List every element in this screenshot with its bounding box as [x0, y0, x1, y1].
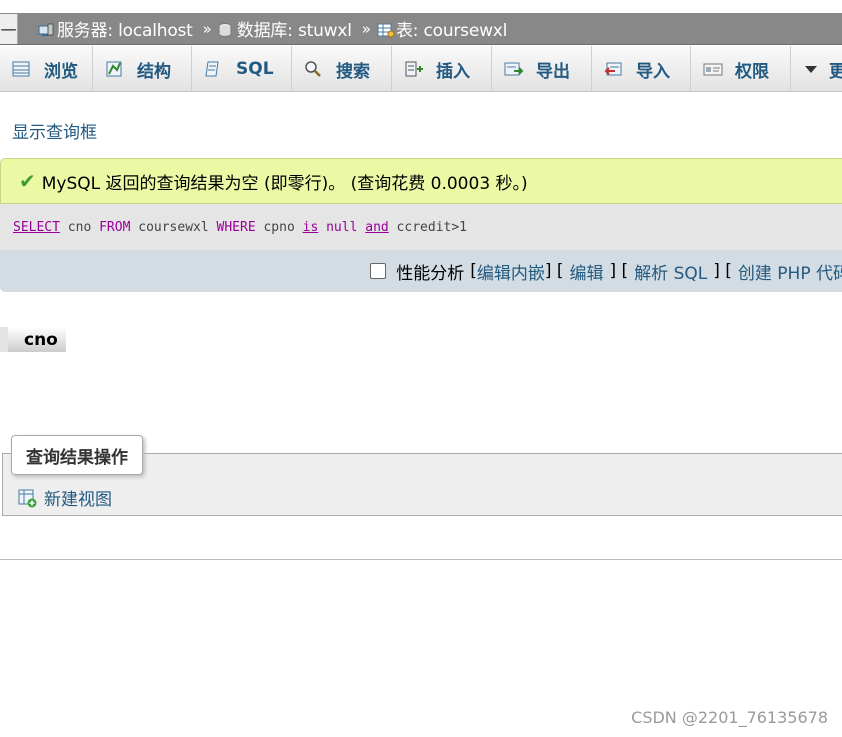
new-view-icon — [18, 488, 38, 508]
tab-insert-label: 插入 — [436, 61, 470, 82]
breadcrumb-separator: » — [361, 19, 371, 38]
tab-bar: 浏览 结构 SQL 搜索 插入 导出 导入 权限 更 — [0, 46, 842, 92]
divider — [0, 559, 842, 560]
sql-field: cpno — [255, 219, 303, 235]
tab-import-label: 导入 — [636, 61, 670, 82]
browse-icon — [12, 60, 30, 78]
check-icon: ✔ — [19, 169, 36, 193]
privileges-icon — [703, 60, 723, 78]
sql-keyword-is[interactable]: is — [303, 220, 319, 235]
sql-query-display: SELECT cno FROM coursewxl WHERE cpno is … — [0, 204, 842, 250]
tab-import[interactable]: 导入 — [592, 46, 691, 92]
column-header-cno[interactable]: cno — [0, 327, 66, 352]
structure-icon — [105, 60, 123, 78]
explain-sql-link[interactable]: 解析 SQL — [634, 259, 707, 284]
sql-keyword-where: WHERE — [216, 219, 256, 235]
tab-export-label: 导出 — [536, 61, 570, 82]
sql-keyword-select[interactable]: SELECT — [13, 220, 60, 235]
tab-browse[interactable]: 浏览 — [0, 46, 93, 92]
success-message: ✔ MySQL 返回的查询结果为空 (即零行)。 (查询花费 0.0003 秒。… — [0, 158, 842, 204]
watermark: CSDN @2201_76135678 — [631, 708, 828, 727]
create-view-label: 新建视图 — [44, 490, 112, 510]
profiling-label: 性能分析 — [396, 263, 465, 284]
tab-privileges-label: 权限 — [735, 61, 769, 82]
tab-sql-label: SQL — [236, 59, 274, 79]
bracket: ] [ — [544, 261, 564, 281]
tab-structure[interactable]: 结构 — [93, 46, 192, 92]
tab-structure-label: 结构 — [137, 61, 171, 82]
bracket: ] [ — [609, 261, 629, 281]
sql-column: cno — [59, 219, 100, 235]
breadcrumb-table-label: 表: coursewxl — [395, 21, 508, 41]
tab-insert[interactable]: 插入 — [392, 46, 492, 92]
tab-browse-label: 浏览 — [44, 61, 78, 82]
breadcrumb-table[interactable]: 表: coursewxl — [377, 16, 507, 41]
import-icon — [604, 60, 622, 78]
query-tools-row: 性能分析 [ 编辑内嵌 ] [ 编辑 ] [ 解析 SQL ] [ 创建 PHP… — [0, 250, 842, 292]
create-view-link[interactable]: 新建视图 — [18, 485, 112, 510]
tab-more-label: 更 — [829, 61, 842, 82]
tab-export[interactable]: 导出 — [492, 46, 592, 92]
sql-icon — [204, 60, 222, 78]
table-icon — [377, 22, 395, 37]
tab-privileges[interactable]: 权限 — [691, 46, 791, 92]
result-message-text: MySQL 返回的查询结果为空 (即零行)。 (查询花费 0.0003 秒。) — [41, 173, 528, 194]
sql-keyword-null: null — [318, 219, 366, 235]
database-icon — [218, 22, 234, 37]
sql-condition: ccredit>1 — [388, 219, 468, 235]
insert-icon — [404, 60, 423, 78]
sql-keyword-from: FROM — [99, 219, 131, 235]
show-query-link[interactable]: 显示查询框 — [12, 118, 97, 143]
tab-search[interactable]: 搜索 — [292, 46, 392, 92]
breadcrumb-separator: » — [202, 19, 212, 38]
query-results-operations-legend: 查询结果操作 — [11, 435, 143, 475]
export-icon — [504, 60, 524, 78]
tab-search-label: 搜索 — [336, 61, 370, 82]
profiling-checkbox[interactable] — [370, 263, 387, 279]
breadcrumb-server[interactable]: 服务器: localhost — [38, 16, 193, 41]
sql-table: coursewxl — [130, 219, 217, 235]
edit-inline-link[interactable]: 编辑内嵌 — [477, 259, 545, 284]
breadcrumb-database-label: 数据库: stuwxl — [236, 21, 352, 41]
tab-sql[interactable]: SQL — [192, 46, 292, 92]
bracket: ] [ — [713, 261, 732, 281]
chevron-down-icon — [803, 60, 819, 78]
create-php-link[interactable]: 创建 PHP 代码 — [738, 259, 842, 284]
sql-keyword-and[interactable]: and — [365, 220, 388, 235]
breadcrumb: 一 服务器: localhost » 数据库: stuwxl » 表: cour… — [0, 13, 842, 45]
bracket: [ — [470, 261, 477, 281]
tab-more[interactable]: 更 — [791, 46, 842, 92]
breadcrumb-server-label: 服务器: localhost — [57, 21, 193, 41]
breadcrumb-database[interactable]: 数据库: stuwxl — [218, 16, 352, 41]
collapse-button[interactable]: 一 — [0, 13, 18, 44]
server-icon — [38, 22, 54, 36]
edit-link[interactable]: 编辑 — [570, 259, 604, 284]
search-icon — [304, 60, 322, 78]
